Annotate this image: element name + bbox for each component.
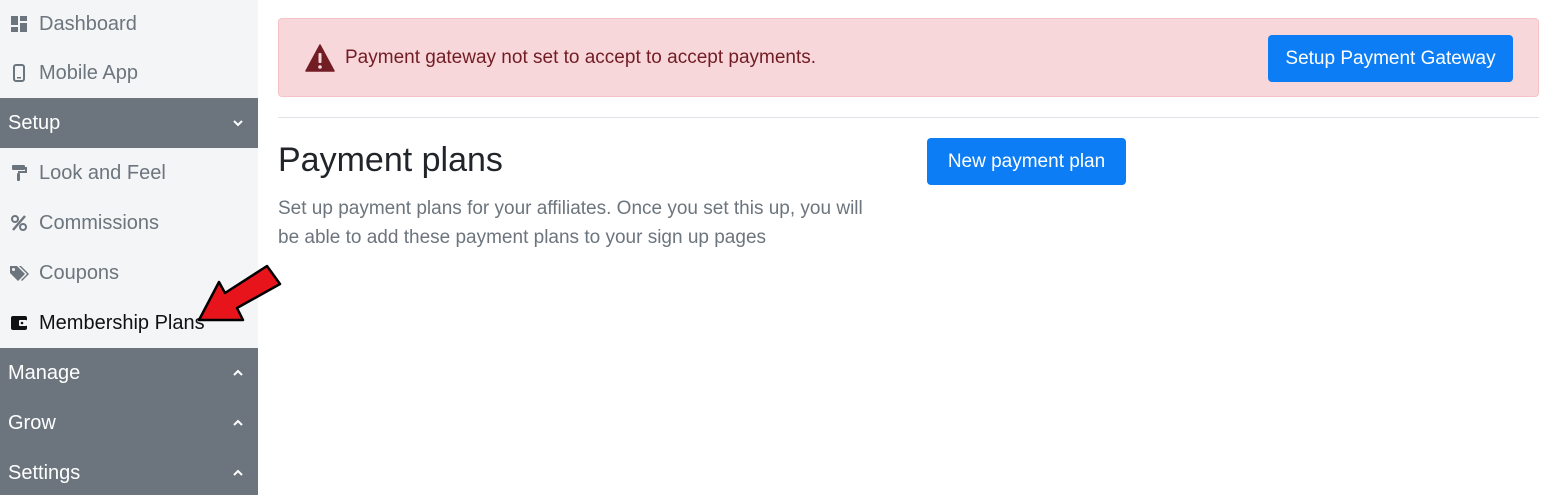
chevron-up-icon (232, 367, 244, 379)
app-root: Dashboard Mobile App Setup Look and Feel… (0, 0, 1557, 495)
annotation-arrow-icon (197, 264, 282, 322)
sidebar-section-setup[interactable]: Setup (0, 98, 258, 148)
setup-payment-gateway-button[interactable]: Setup Payment Gateway (1268, 35, 1513, 82)
sidebar-item-label: Dashboard (39, 12, 137, 35)
sidebar-item-dashboard[interactable]: Dashboard (0, 0, 258, 48)
chevron-up-icon (232, 467, 244, 479)
payment-gateway-alert: Payment gateway not set to accept to acc… (278, 18, 1539, 97)
sidebar-item-mobile-app[interactable]: Mobile App (0, 48, 258, 98)
page-title: Payment plans (278, 141, 503, 179)
mobile-phone-icon (9, 63, 29, 83)
section-label: Grow (8, 411, 56, 434)
chevron-up-icon (232, 417, 244, 429)
dashboard-icon (9, 14, 29, 34)
percent-icon (9, 213, 29, 233)
section-label: Manage (8, 361, 81, 384)
sidebar-item-look-and-feel[interactable]: Look and Feel (0, 148, 258, 198)
section-label: Setup (8, 111, 61, 134)
sidebar-item-commissions[interactable]: Commissions (0, 198, 258, 248)
page-description: Set up payment plans for your affiliates… (278, 198, 863, 248)
sidebar-section-grow[interactable]: Grow (0, 398, 258, 448)
paint-roller-icon (9, 163, 29, 183)
chevron-down-icon (232, 117, 244, 129)
new-payment-plan-button[interactable]: New payment plan (927, 138, 1126, 185)
wallet-icon (9, 313, 29, 333)
section-label: Settings (8, 461, 81, 484)
sidebar-item-label: Membership Plans (39, 311, 205, 334)
alert-message: Payment gateway not set to accept to acc… (345, 46, 817, 68)
sidebar-item-label: Look and Feel (39, 161, 166, 184)
divider (278, 117, 1539, 118)
sidebar-section-settings[interactable]: Settings (0, 448, 258, 495)
sidebar-section-manage[interactable]: Manage (0, 348, 258, 398)
sidebar-item-label: Coupons (39, 261, 120, 284)
sidebar-item-label: Mobile App (39, 61, 138, 84)
tags-icon (9, 263, 29, 283)
sidebar: Dashboard Mobile App Setup Look and Feel… (0, 0, 258, 495)
warning-triangle-icon (305, 43, 335, 72)
sidebar-item-label: Commissions (39, 211, 160, 234)
